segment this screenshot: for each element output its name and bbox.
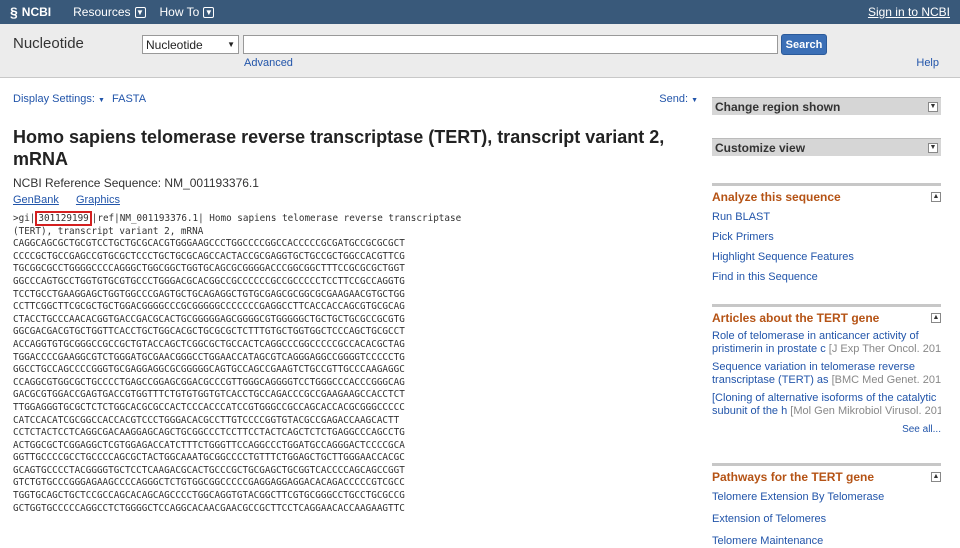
expand-icon: ▼ [928,101,938,112]
sequence-line: TGCGGCGCCTGGGGCCCCAGGGCTGGCGGCTGGTGCAGCG… [13,263,405,275]
howto-menu[interactable]: How To ▼ [160,5,215,19]
caret-down-icon: ▼ [691,97,698,104]
section-divider [712,304,941,307]
chevron-down-icon: ▼ [203,6,215,18]
resources-menu[interactable]: Resources ▼ [73,5,146,19]
sequence-line: ACCAGGTGTGCGGGCCGCCGCTGTACCAGCTCGGCGCTGC… [13,338,405,350]
sequence-line: TCCTGCCTGAAGGAGCTGGTGGCCCGAGTGCTGCAGAGGC… [13,288,405,300]
collapse-icon[interactable]: ▲ [931,192,941,202]
customize-view-label: Customize view [715,140,806,155]
sequence-line: GCTGGTGCCCCCAGGCCTCTGGGGCTCCAGGCACAACGAA… [13,502,405,514]
pathways-section: Pathways for the TERT gene ▲ Telomere Ex… [712,463,941,548]
chevron-down-icon: ▼ [134,6,146,18]
ncbi-header-bar: § NCBI Resources ▼ How To ▼ Sign in to N… [0,0,960,24]
graphics-link[interactable]: Graphics [76,194,120,206]
search-bar: Nucleotide Nucleotide ▼ Search Advanced … [0,24,960,78]
send-menu[interactable]: Send: ▼ [659,93,698,105]
article-item[interactable]: [Cloning of alternative isoforms of the … [712,392,941,418]
run-blast-link[interactable]: Run BLAST [712,211,941,224]
pathway-link[interactable]: Telomere Extension By Telomerase [712,491,941,504]
search-button[interactable]: Search [781,34,827,55]
sequence-line: GGTTGCCCCGCCTGCCCCAGCGCTACTGGCAAATGCGGCC… [13,452,405,464]
collapse-icon[interactable]: ▲ [931,313,941,323]
pathway-link[interactable]: Telomere Maintenance [712,535,941,548]
sequence-line: CAGGCAGCGCTGCGTCCTGCTGCGCACGTGGGAAGCCCTG… [13,238,405,250]
fasta-header-line: >gi| 301129199 |ref|NM_001193376.1| Homo s… [13,211,462,226]
sequence-line: GTCTGTGCCCGGGAGAAGCCCCAGGGCTCTGTGGCGGCCC… [13,477,405,489]
sequence-line: GGCGACGACGTGCTGGTTCACCTGCTGGCACGCTGCGCGC… [13,326,405,338]
sequence-line: CCTTCGGCTTCGCGCTGCTGGACGGGGCCCGCGGGGGCCC… [13,301,405,313]
view-links: GenBank Graphics [13,194,134,206]
pick-primers-link[interactable]: Pick Primers [712,231,941,244]
ncbi-logo-text: NCBI [21,5,52,19]
change-region-label: Change region shown [715,99,841,114]
section-divider [712,183,941,186]
sign-in-link[interactable]: Sign in to NCBI [868,5,950,19]
articles-section: Articles about the TERT gene ▲ Role of t… [712,304,941,435]
fasta-header-line-2: (TERT), transcript variant 2, mRNA [13,225,204,237]
help-link[interactable]: Help [916,57,939,69]
analyze-title: Analyze this sequence ▲ [712,190,941,204]
page-title: Homo sapiens telomerase reverse transcri… [13,127,665,169]
sequence-line: CATCCACATCGCGGCCACCACGTCCCTGGGACACGCCTTG… [13,414,400,426]
sequence-line: ACTGGCGCTCGGAGGCTCGTGGAGACCATCTTTCTGGGTT… [13,439,405,451]
sequence-line: GGCCTGCCAGCCCCGGGTGCGAGGAGGCGCGGGGGCAGTG… [13,364,405,376]
display-settings[interactable]: Display Settings: ▼ FASTA [13,93,146,105]
article-item[interactable]: Sequence variation in telomerase reverse… [712,361,941,387]
howto-label: How To [159,5,200,19]
highlight-features-link[interactable]: Highlight Sequence Features [712,251,941,264]
database-select[interactable]: Nucleotide ▼ [142,35,239,54]
sequence-line: CTACCTGCCCAACACGGTGACCGACGCACTGCGGGGGAGC… [13,313,405,325]
collapse-icon[interactable]: ▲ [931,472,941,482]
pathways-title: Pathways for the TERT gene ▲ [712,470,941,484]
analyze-section: Analyze this sequence ▲ Run BLAST Pick P… [712,183,941,284]
display-format: FASTA [112,93,147,105]
expand-icon: ▼ [928,142,938,153]
sequence-line: CCAGGCGTGGCGCTGCCCCTGAGCCGGAGCGGACGCCCGT… [13,376,405,388]
sequence-line: TGGACCCCGAAGGCGTCTGGGATGCGAACGGGCCTGGAAC… [13,351,405,363]
ncbi-logo-icon: § [10,4,18,20]
search-input[interactable] [243,35,778,54]
ncbi-logo[interactable]: § NCBI [10,4,51,20]
database-select-value: Nucleotide [146,37,203,52]
database-title: Nucleotide [13,35,84,52]
advanced-search-link[interactable]: Advanced [244,57,293,69]
sequence-line: TTGGAGGGTGCGCTCTCTGGCACGCGCCACTCCCACCCAT… [13,401,405,413]
sequence-line: CCTCTACTCCTCAGGCGACAAGGAGCAGCTGCGGCCCTCC… [13,427,405,439]
caret-down-icon: ▼ [98,97,105,104]
pathway-link[interactable]: Extension of Telomeres [712,513,941,526]
articles-title: Articles about the TERT gene ▲ [712,311,941,325]
article-item[interactable]: Role of telomerase in anticancer activit… [712,330,941,356]
select-arrow-icon: ▼ [227,40,235,49]
genbank-link[interactable]: GenBank [13,194,59,206]
sequence-line: CCCCGCTGCCGAGCCGTGCGCTCCCTGCTGCGCAGCCACT… [13,250,405,262]
refseq-id: NCBI Reference Sequence: NM_001193376.1 [13,176,259,190]
find-in-sequence-link[interactable]: Find in this Sequence [712,271,941,284]
display-settings-label: Display Settings: [13,93,95,105]
gi-number-highlight: 301129199 [35,211,92,226]
fasta-sequence: >gi| 301129199 |ref|NM_001193376.1| Homo s… [13,211,462,515]
change-region-panel[interactable]: Change region shown ▼ [712,97,941,115]
sequence-line: GCAGTGCCCCTACGGGGTGCTCCTCAAGACGCACTGCCCG… [13,464,405,476]
resources-label: Resources [73,5,131,19]
send-label: Send: [659,93,688,105]
sequence-line: GACGCGTGGACCGAGTGACCGTGGTTTCTGTGTGGTGTCA… [13,389,405,401]
sequence-lines: CAGGCAGCGCTGCGTCCTGCTGCGCACGTGGGAAGCCCTG… [13,238,461,515]
see-all-link[interactable]: See all... [712,424,941,435]
section-divider [712,463,941,466]
sequence-line: GGCCCAGTGCCTGGTGTGCGTGCCCTGGGACGCACGGCCG… [13,275,405,287]
sequence-line: TGGTGCAGCTGCTCCGCCAGCACAGCAGCCCCTGGCAGGT… [13,490,405,502]
customize-view-panel[interactable]: Customize view ▼ [712,138,941,156]
